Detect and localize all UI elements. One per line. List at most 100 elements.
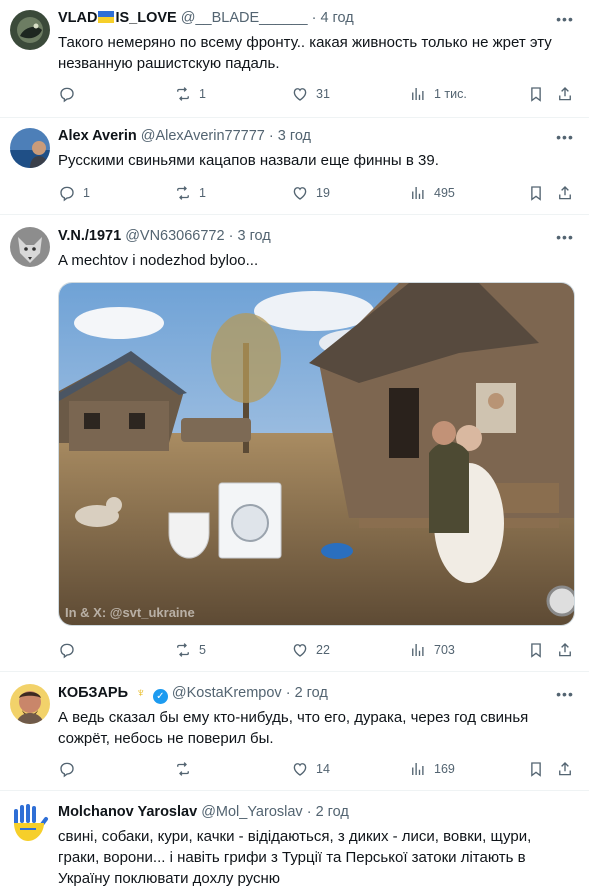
views-button[interactable]: 495	[409, 181, 455, 205]
avatar-image	[10, 128, 50, 168]
display-name[interactable]: V.N./1971	[58, 228, 121, 244]
handle[interactable]: @VN63066772	[125, 228, 224, 244]
bookmark-button[interactable]	[527, 82, 545, 106]
like-button[interactable]: 14	[291, 757, 330, 781]
share-icon	[556, 85, 574, 103]
bookmark-button[interactable]	[527, 757, 545, 781]
share-button[interactable]	[556, 638, 574, 662]
tweet-actions: 5 22 703	[58, 638, 577, 662]
text-line: А ведь сказал бы ему кто-нибудь, что его…	[58, 709, 529, 726]
tweet-text: Такого немеряно по всему фронту.. какая …	[58, 32, 573, 74]
avatar[interactable]	[10, 10, 50, 50]
like-button[interactable]: 31	[291, 82, 330, 106]
display-name[interactable]: VLAD IS_LOVE	[58, 10, 177, 26]
bookmark-icon	[527, 184, 545, 202]
views-button[interactable]: 703	[409, 638, 455, 662]
view-count: 703	[434, 643, 455, 657]
tweet[interactable]: Molchanov Yaroslav @Mol_Yaroslav · 2 год…	[0, 791, 589, 891]
avatar[interactable]	[10, 803, 50, 843]
verified-badge-icon: ✓	[152, 689, 168, 704]
reply-button[interactable]	[58, 757, 83, 781]
handle[interactable]: @__BLADE______	[181, 10, 308, 26]
repost-count: 5	[199, 643, 206, 657]
tweet-text: А ведь сказал бы ему кто-нибудь, что его…	[58, 707, 573, 749]
share-icon	[556, 184, 574, 202]
share-button[interactable]	[556, 82, 574, 106]
bookmark-button[interactable]	[527, 638, 545, 662]
tweet-text: свині, собаки, кури, качки - відідаються…	[58, 826, 573, 889]
repost-icon	[174, 641, 192, 659]
share-button[interactable]	[556, 757, 574, 781]
separator: ·	[306, 804, 312, 820]
views-button[interactable]: 169	[409, 757, 455, 781]
bookmark-icon	[527, 85, 545, 103]
avatar[interactable]	[10, 128, 50, 168]
more-icon[interactable]: •••	[555, 130, 575, 148]
like-button[interactable]: 22	[291, 638, 330, 662]
repost-count: 1	[199, 186, 206, 200]
reply-icon	[58, 641, 76, 659]
reply-count: 1	[83, 186, 90, 200]
display-name[interactable]: Molchanov Yaroslav	[58, 804, 197, 820]
like-button[interactable]: 19	[291, 181, 330, 205]
display-name[interactable]: Alex Averin	[58, 128, 137, 144]
avatar-image	[10, 684, 50, 724]
repost-button[interactable]: 5	[174, 638, 206, 662]
reply-button[interactable]: 1	[58, 181, 90, 205]
tweet-header: Alex Averin @AlexAverin77777 · 3 год	[58, 128, 549, 148]
tweet[interactable]: V.N./1971 @VN63066772 · 3 год ••• A mech…	[0, 215, 589, 672]
tweet[interactable]: КОБЗАРЬ ♆ ✓ @KostaKrempov · 2 год ••• А …	[0, 672, 589, 791]
tweet-header: Molchanov Yaroslav @Mol_Yaroslav · 2 год	[58, 804, 549, 824]
reply-button[interactable]	[58, 638, 83, 662]
tweet-media-image[interactable]: In & X: @svt_ukraine	[58, 282, 575, 626]
like-count: 31	[316, 87, 330, 101]
avatar[interactable]	[10, 684, 50, 724]
text-line: незванную рашистскую падаль.	[58, 55, 280, 72]
avatar-image	[10, 10, 50, 50]
view-count: 1 тис.	[434, 87, 467, 101]
text-line: Україну поклювати дохлу русню	[58, 870, 281, 887]
like-count: 19	[316, 186, 330, 200]
avatar[interactable]	[10, 227, 50, 267]
repost-count: 1	[199, 87, 206, 101]
reply-icon	[58, 184, 76, 202]
timestamp[interactable]: 3 год	[237, 228, 270, 244]
views-button[interactable]: 1 тис.	[409, 82, 467, 106]
text-line: сожрёт, небось не поверил бы.	[58, 730, 274, 747]
view-count: 169	[434, 762, 455, 776]
text-line: Такого немеряно по всему фронту.. какая …	[58, 34, 552, 51]
tweet-header: VLAD IS_LOVE @__BLADE______ · 4 год	[58, 10, 549, 30]
tweet-actions: 1 1 19 495	[58, 181, 577, 205]
more-icon[interactable]: •••	[555, 230, 575, 248]
bookmark-button[interactable]	[527, 181, 545, 205]
tweet[interactable]: Alex Averin @AlexAverin77777 · 3 год •••…	[0, 118, 589, 215]
tweet-actions: 1 31 1 тис.	[58, 82, 577, 106]
views-icon	[409, 760, 427, 778]
timestamp[interactable]: 2 год	[295, 685, 328, 701]
handle[interactable]: @KostaKrempov	[172, 685, 282, 701]
text-line: Русскими свиньями кацапов назвали еще фи…	[58, 152, 439, 169]
tweet[interactable]: VLAD IS_LOVE @__BLADE______ · 4 год ••• Т…	[0, 0, 589, 118]
separator: ·	[268, 128, 274, 144]
timestamp[interactable]: 3 год	[278, 128, 311, 144]
timestamp[interactable]: 4 год	[320, 10, 353, 26]
repost-button[interactable]	[174, 757, 199, 781]
tweet-header: V.N./1971 @VN63066772 · 3 год	[58, 228, 549, 248]
timestamp[interactable]: 2 год	[316, 804, 349, 820]
more-icon[interactable]: •••	[555, 12, 575, 30]
like-icon	[291, 85, 309, 103]
repost-button[interactable]: 1	[174, 82, 206, 106]
display-name[interactable]: КОБЗАРЬ	[58, 685, 128, 701]
text-line: свині, собаки, кури, качки - відідаються…	[58, 828, 532, 845]
handle[interactable]: @AlexAverin77777	[141, 128, 265, 144]
handle[interactable]: @Mol_Yaroslav	[201, 804, 303, 820]
like-count: 14	[316, 762, 330, 776]
separator: ·	[228, 228, 234, 244]
views-icon	[409, 641, 427, 659]
more-icon[interactable]: •••	[555, 687, 575, 705]
reply-button[interactable]	[58, 82, 83, 106]
repost-icon	[174, 184, 192, 202]
ukraine-flag-icon	[98, 11, 115, 23]
share-button[interactable]	[556, 181, 574, 205]
repost-button[interactable]: 1	[174, 181, 206, 205]
